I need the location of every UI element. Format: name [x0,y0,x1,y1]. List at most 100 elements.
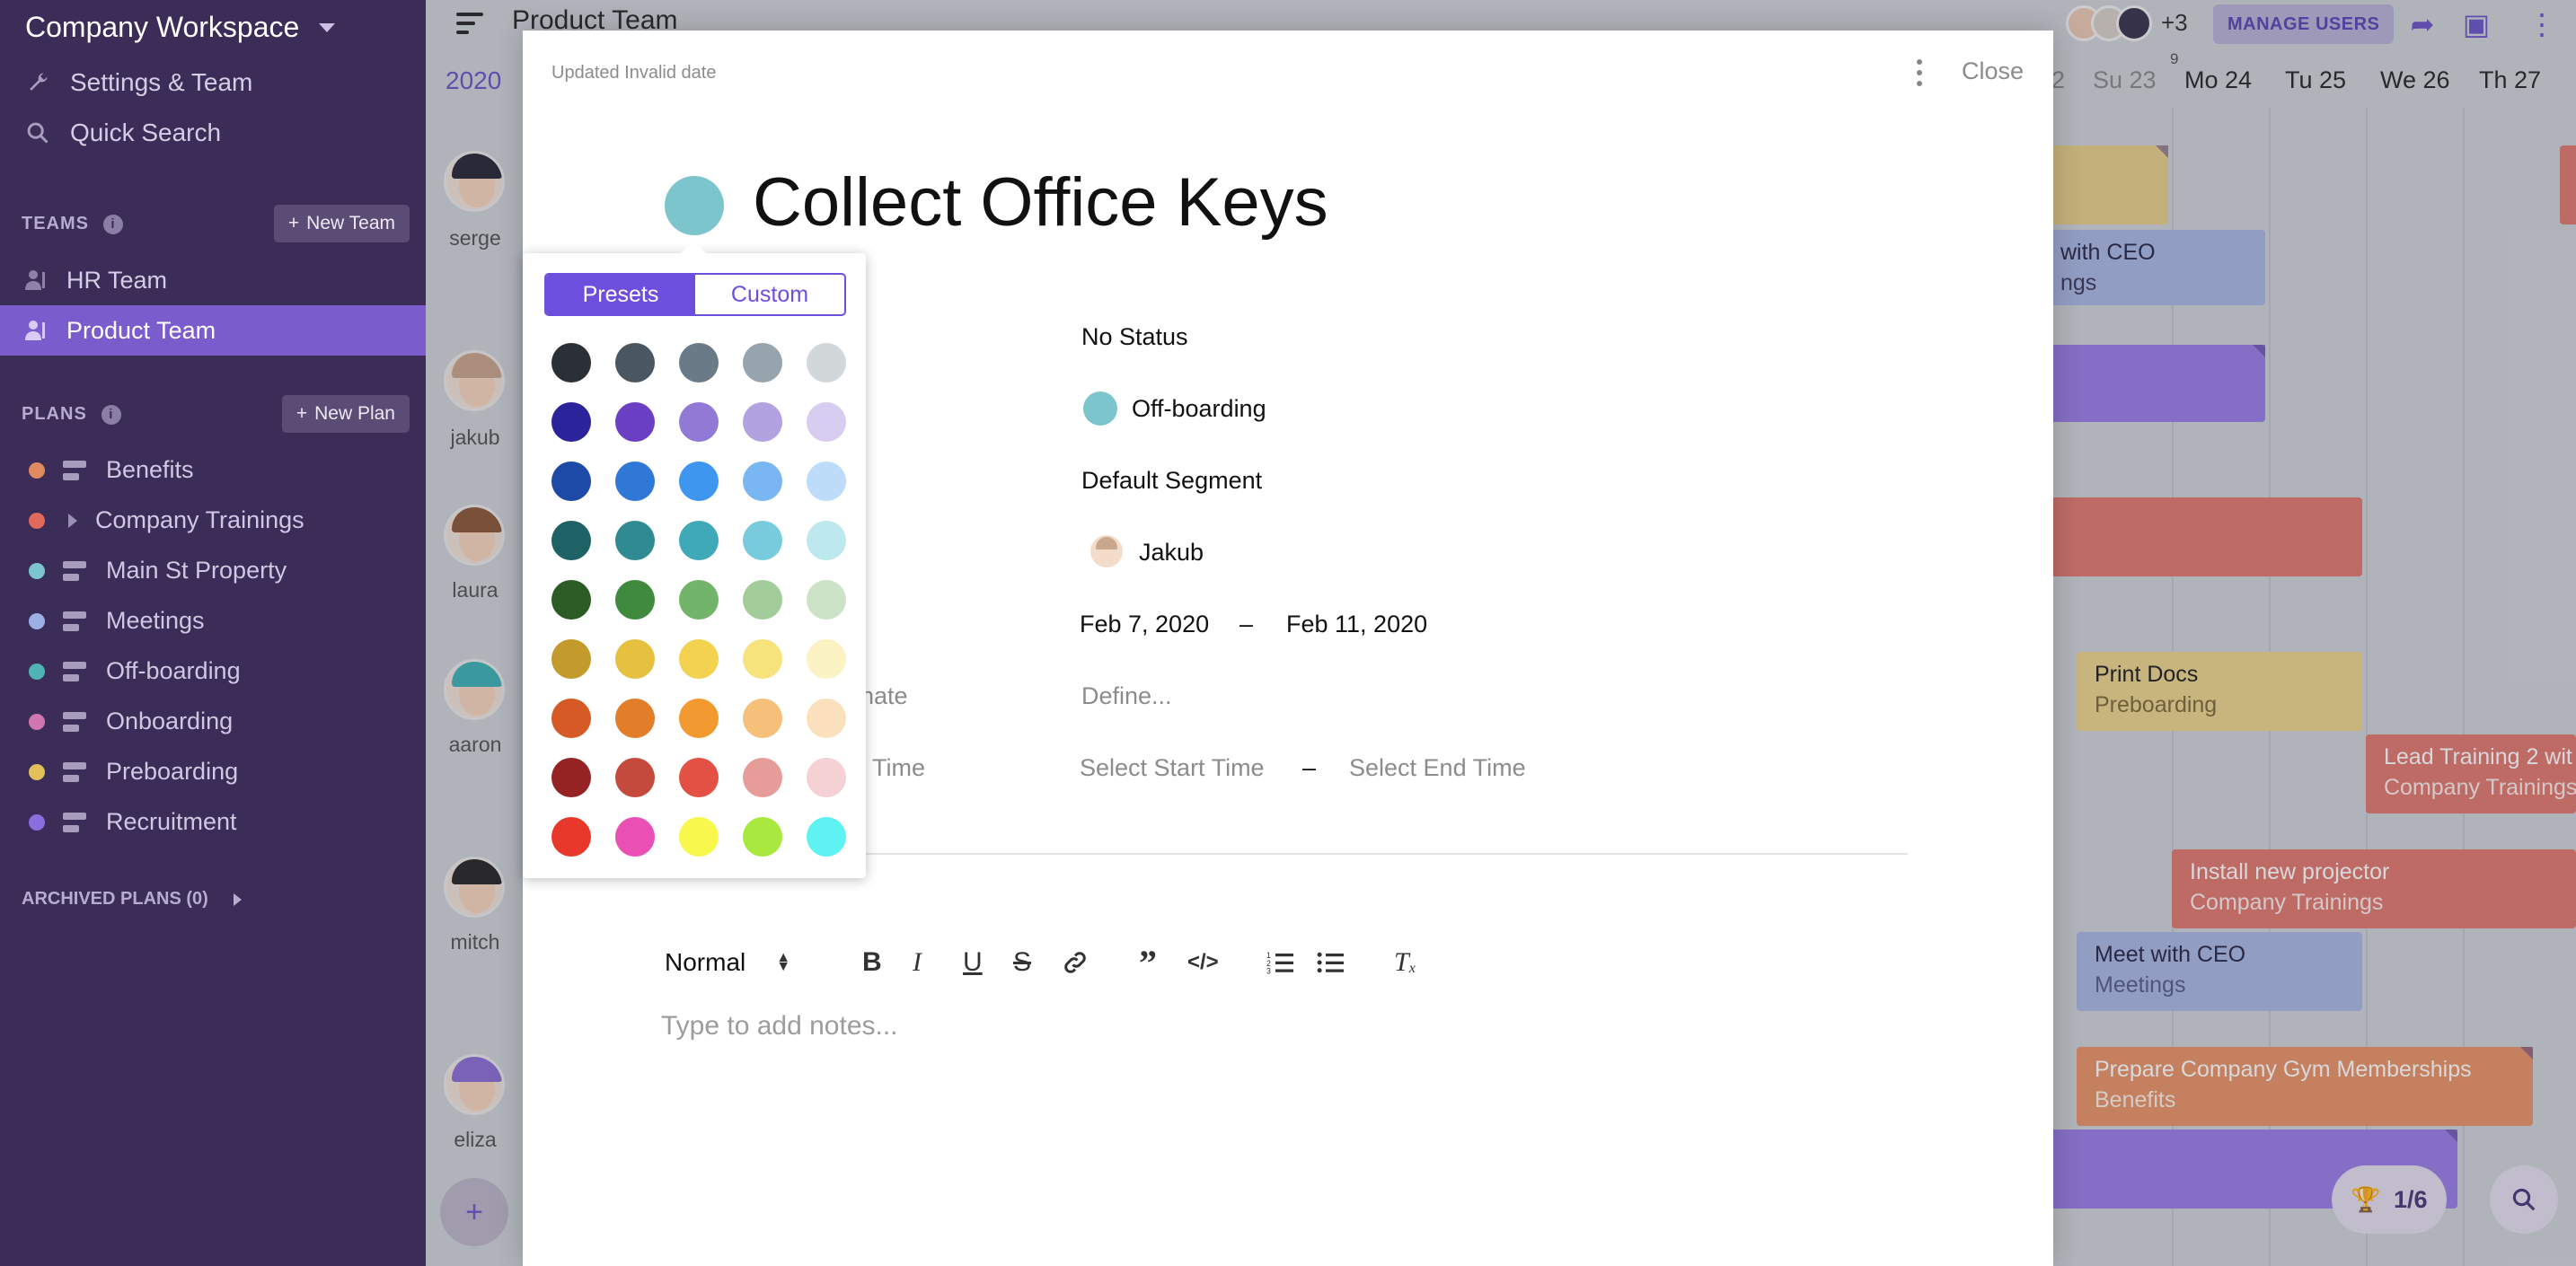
team-item-hr[interactable]: HR Team [0,255,426,305]
bold-icon[interactable]: B [862,945,882,980]
color-swatch[interactable] [679,343,719,382]
color-swatch[interactable] [615,699,655,738]
plan-item-main-st-property[interactable]: Main St Property [29,557,287,585]
new-team-button[interactable]: + New Team [273,205,410,242]
color-swatch[interactable] [551,817,591,857]
settings-link[interactable]: Settings & Team [25,68,252,97]
color-swatch[interactable] [551,580,591,620]
color-swatch[interactable] [807,817,846,857]
close-button[interactable]: Close [1962,57,2024,85]
color-swatch[interactable] [551,462,591,501]
color-swatch[interactable] [743,462,782,501]
color-swatch[interactable] [551,699,591,738]
underline-icon[interactable]: U [963,945,983,980]
end-date-field[interactable]: Feb 11, 2020 [1286,611,1427,638]
plan-item-benefits[interactable]: Benefits [29,456,194,484]
start-time-field[interactable]: Select Start Time [1080,754,1265,782]
notes-editor[interactable]: Type to add notes... [661,1011,898,1042]
color-swatch[interactable] [743,343,782,382]
plans-heading: PLANS i [22,404,121,425]
color-swatch[interactable] [679,521,719,560]
color-swatch[interactable] [551,639,591,679]
color-swatch[interactable] [807,580,846,620]
color-swatch[interactable] [807,462,846,501]
task-color-button[interactable] [665,176,724,235]
color-swatch[interactable] [615,639,655,679]
info-icon[interactable]: i [101,404,121,425]
color-swatch[interactable] [807,699,846,738]
end-time-field[interactable]: Select End Time [1349,754,1526,782]
text-style-select[interactable]: Normal ▲ ▼ [665,945,790,980]
plus-icon: + [296,403,308,424]
color-swatch[interactable] [615,343,655,382]
expand-arrow-icon[interactable] [68,513,77,528]
color-swatch[interactable] [679,580,719,620]
clear-format-icon[interactable]: Tx [1394,945,1416,980]
plan-item-recruitment[interactable]: Recruitment [29,808,237,836]
tab-custom[interactable]: Custom [695,275,844,314]
quote-icon[interactable]: ” [1139,943,1157,983]
color-swatch[interactable] [743,817,782,857]
code-icon[interactable]: </> [1187,945,1219,980]
plan-item-meetings[interactable]: Meetings [29,607,205,635]
plan-item-off-boarding[interactable]: Off-boarding [29,657,241,685]
color-swatch[interactable] [551,402,591,442]
status-field[interactable]: No Status [1081,323,1188,351]
time-separator: – [1302,754,1317,781]
workspace-switcher[interactable]: Company Workspace [25,11,336,44]
color-swatch[interactable] [551,758,591,797]
task-title[interactable]: Collect Office Keys [753,163,1328,242]
start-date-field[interactable]: Feb 7, 2020 [1080,611,1209,638]
color-swatch[interactable] [807,758,846,797]
color-swatch[interactable] [615,817,655,857]
color-swatch[interactable] [615,580,655,620]
color-swatch[interactable] [807,639,846,679]
color-swatch[interactable] [551,521,591,560]
assignee-field[interactable]: Jakub [1139,539,1204,567]
italic-icon[interactable]: I [913,945,922,980]
color-swatch[interactable] [743,521,782,560]
plan-item-company-trainings[interactable]: Company Trainings [29,506,304,534]
plan-label: Benefits [106,456,194,483]
plan-color-dot [29,612,45,629]
plan-field[interactable]: Off-boarding [1132,395,1266,423]
settings-label: Settings & Team [70,68,253,96]
color-swatch[interactable] [807,402,846,442]
color-swatch[interactable] [743,758,782,797]
color-swatch[interactable] [551,343,591,382]
color-swatch[interactable] [615,521,655,560]
date-separator: – [1239,611,1254,637]
link-icon[interactable] [1062,945,1089,980]
color-swatch[interactable] [615,402,655,442]
color-swatch[interactable] [807,521,846,560]
color-swatch[interactable] [679,817,719,857]
color-swatch[interactable] [615,462,655,501]
color-swatch[interactable] [807,343,846,382]
strikethrough-icon[interactable]: S [1013,945,1031,980]
estimate-field[interactable]: Define... [1081,682,1172,710]
plan-label: Company Trainings [95,506,304,533]
tab-presets[interactable]: Presets [546,275,695,314]
color-swatch[interactable] [743,639,782,679]
plan-item-onboarding[interactable]: Onboarding [29,708,233,735]
quick-search-link[interactable]: Quick Search [25,119,221,147]
color-swatch[interactable] [679,758,719,797]
color-swatch[interactable] [743,580,782,620]
color-swatch[interactable] [679,699,719,738]
archived-plans-toggle[interactable]: ARCHIVED PLANS (0) [22,889,242,910]
bullet-list-icon[interactable] [1317,945,1344,980]
color-swatch[interactable] [679,639,719,679]
color-swatch[interactable] [743,402,782,442]
plan-item-preboarding[interactable]: Preboarding [29,758,238,786]
segment-field[interactable]: Default Segment [1081,467,1262,495]
info-icon[interactable]: i [103,214,123,234]
ordered-list-icon[interactable]: 123 [1266,945,1293,980]
color-swatch[interactable] [615,758,655,797]
plan-color-dot [29,763,45,780]
new-plan-button[interactable]: + New Plan [281,395,410,433]
color-swatch[interactable] [743,699,782,738]
color-swatch[interactable] [679,462,719,501]
team-item-product[interactable]: Product Team [0,305,426,356]
color-swatch[interactable] [679,402,719,442]
more-vertical-icon[interactable] [1915,59,1924,86]
